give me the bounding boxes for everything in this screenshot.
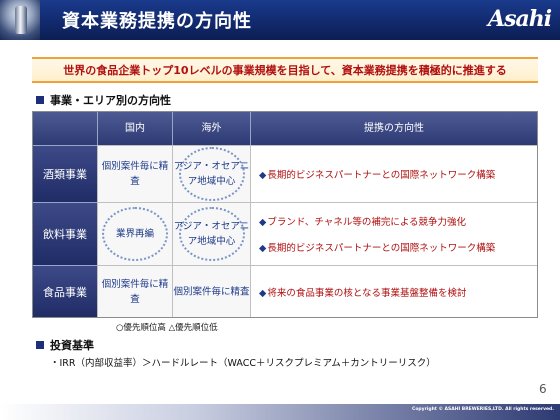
diamond-icon: ◆: [259, 243, 267, 254]
cell-text: 個別案件毎に精査: [101, 161, 169, 187]
row-label-food: 食品事業: [33, 265, 97, 317]
cell-food-direction: ◆将来の食品事業の核となる事業基盤整備を検討: [250, 265, 537, 317]
direction-item: ◆長期的ビジネスパートナーとの国際ネットワーク構築: [259, 170, 496, 181]
column-header-direction: 提携の方向性: [250, 112, 537, 145]
cell-text: 個別案件毎に精査: [173, 286, 250, 297]
cell-beverage-direction: ◆ブランド、チャネル等の補完による競争力強化 ◆長期的ビジネスパートナーとの国際…: [250, 202, 537, 265]
investment-criteria: ・IRR（内部収益率）＞ハードルレート（WACC＋リスクプレミアム＋カントリーリ…: [50, 358, 436, 369]
cell-text: アジア・オセアニア地域中心: [173, 161, 250, 187]
can-icon: [15, 6, 27, 34]
direction-matrix: 国内 海外 提携の方向性 酒類事業 個別案件毎に精査 アジア・オセアニア地域中心…: [32, 111, 538, 318]
column-header-domestic: 国内: [97, 112, 172, 145]
direction-item: ◆ブランド、チャネル等の補完による競争力強化: [259, 217, 467, 228]
row-label-alcohol: 酒類事業: [33, 145, 97, 202]
square-icon: [36, 341, 44, 349]
diamond-icon: ◆: [259, 217, 267, 228]
page-number: 6: [539, 382, 547, 396]
cell-text: アジア・オセアニア地域中心: [173, 221, 250, 247]
header-bar: 資本業務提携の方向性 Asahi: [0, 0, 560, 40]
section-heading-investment: 投資基準: [36, 337, 94, 353]
cell-text: 個別案件毎に精査: [101, 278, 169, 305]
square-icon: [36, 96, 44, 104]
cell-beverage-domestic: 業界再編: [97, 202, 172, 265]
priority-legend: ○優先順位高 △優先順位低: [116, 323, 218, 333]
cell-alcohol-domestic: 個別案件毎に精査: [97, 145, 172, 202]
product-can-image: [0, 0, 40, 40]
cell-beverage-overseas: アジア・オセアニア地域中心: [172, 202, 250, 265]
section-heading-business-area: 事業・エリア別の方向性: [36, 92, 171, 108]
section-heading-text: 事業・エリア別の方向性: [50, 94, 171, 107]
key-message-text: 世界の食品企業トップ10レベルの事業規模を目指して、資本業務提携を積極的に推進す…: [63, 64, 507, 77]
asahi-logo: Asahi: [488, 6, 552, 32]
matrix-header-row: 国内 海外 提携の方向性: [33, 112, 537, 145]
direction-item: ◆将来の食品事業の核となる事業基盤整備を検討: [259, 288, 467, 299]
slide-title: 資本業務提携の方向性: [62, 11, 252, 32]
cell-text: 業界再編: [115, 228, 154, 240]
cell-food-overseas: 個別案件毎に精査: [172, 265, 250, 317]
section-heading-text: 投資基準: [50, 339, 94, 352]
direction-item: ◆長期的ビジネスパートナーとの国際ネットワーク構築: [259, 243, 496, 254]
diamond-icon: ◆: [259, 170, 267, 181]
column-header-overseas: 海外: [172, 112, 250, 145]
key-message-banner: 世界の食品企業トップ10レベルの事業規模を目指して、資本業務提携を積極的に推進す…: [32, 57, 538, 83]
diamond-icon: ◆: [259, 288, 267, 299]
cell-alcohol-overseas: アジア・オセアニア地域中心: [172, 145, 250, 202]
cell-food-domestic: 個別案件毎に精査: [97, 265, 172, 317]
cell-alcohol-direction: ◆長期的ビジネスパートナーとの国際ネットワーク構築: [250, 145, 537, 202]
copyright-text: Copyright © ASAHI BREWERIES,LTD. All rig…: [412, 407, 554, 412]
row-label-beverage: 飲料事業: [33, 202, 97, 265]
